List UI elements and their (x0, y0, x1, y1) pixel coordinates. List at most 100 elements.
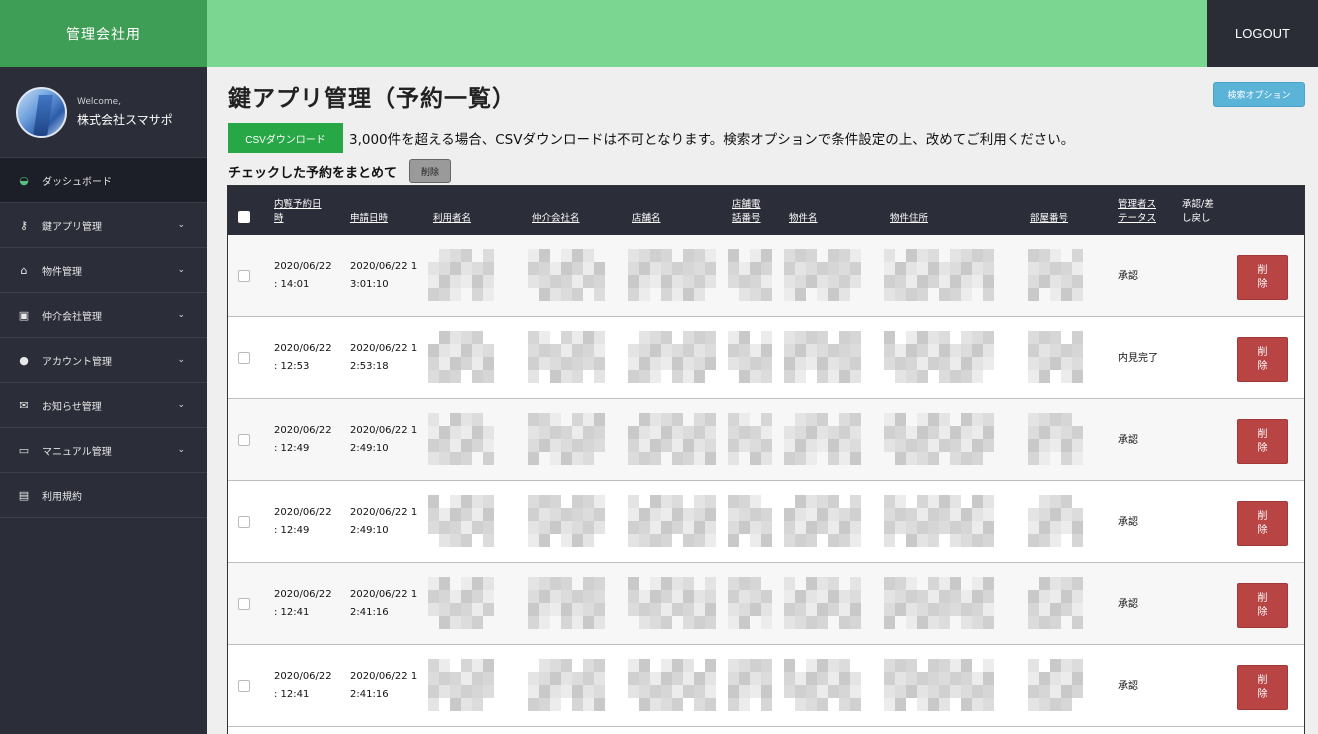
property-address-redacted (884, 659, 1004, 711)
header-property-name[interactable]: 物件名 (789, 212, 818, 226)
delete-button[interactable]: 削除 (1237, 255, 1288, 300)
store-phone-redacted (728, 331, 773, 383)
property-address-redacted (884, 495, 1004, 547)
sidebar-item-label: 利用規約 (42, 491, 82, 503)
home-icon: ⌂ (20, 263, 28, 277)
row-checkbox[interactable] (238, 680, 250, 692)
room-number-redacted (1028, 659, 1088, 711)
sidebar-item-label: ダッシュボード (42, 176, 112, 188)
sidebar-item-5[interactable]: ✉ お知らせ管理 ⌄ (0, 383, 207, 428)
store-phone-redacted (728, 495, 773, 547)
delete-label: 削除 (1257, 674, 1268, 700)
table-row: 2020/06/22: 12:53 2020/06/22 1 2:53:18 内見完了… (228, 317, 1304, 399)
table-header: 内覧予約日 時 申請日時 利用者名 仲介会社名 店舗名 店舗電 話番号 物件名 … (228, 186, 1304, 235)
briefcase-icon: ▣ (18, 308, 30, 322)
avatar (16, 86, 67, 138)
store-name-redacted (628, 495, 718, 547)
header-property-address[interactable]: 物件住所 (890, 212, 928, 226)
csv-download-button[interactable]: CSVダウンロード (228, 123, 343, 153)
property-address-redacted (884, 249, 1004, 301)
table-row: 2020/06/22: 14:01 2020/06/22 1 3:01:10 承認 削除 (228, 235, 1304, 317)
inbox-icon: ▭ (18, 443, 30, 457)
row-checkbox[interactable] (238, 352, 250, 364)
user-name-redacted (428, 249, 498, 301)
applied-datetime: 2020/06/22 1 2:49:10 (350, 425, 418, 454)
row-checkbox[interactable] (238, 516, 250, 528)
property-name-redacted (784, 577, 869, 629)
property-name-redacted (784, 331, 869, 383)
header-user-name[interactable]: 利用者名 (433, 212, 471, 226)
row-checkbox[interactable] (238, 270, 250, 282)
search-options-button[interactable]: 検索オプション (1213, 82, 1305, 107)
chevron-down-icon: ⌄ (177, 445, 185, 455)
applied-datetime: 2020/06/22 1 2:49:10 (350, 507, 418, 536)
row-checkbox[interactable] (238, 598, 250, 610)
chevron-down-icon: ⌄ (177, 220, 185, 230)
logout-button[interactable]: LOGOUT (1207, 0, 1318, 67)
table-row: 2020/06/22: 12:41 2020/06/22 1 2:41:16 承認 削除 (228, 645, 1304, 727)
sidebar-item-label: アカウント管理 (42, 356, 112, 368)
applied-datetime: 2020/06/22 1 2:41:16 (350, 589, 418, 618)
header-approval: 承認/差 し戻し (1182, 199, 1214, 224)
agency-name-redacted (528, 413, 613, 465)
delete-button[interactable]: 削除 (1237, 583, 1288, 628)
sidebar-item-2[interactable]: ⌂ 物件管理 ⌄ (0, 248, 207, 293)
chevron-down-icon: ⌄ (177, 400, 185, 410)
delete-button[interactable]: 削除 (1237, 665, 1288, 710)
sidebar-item-label: 仲介会社管理 (42, 311, 102, 323)
select-all-checkbox[interactable] (238, 211, 250, 223)
sidebar-item-7[interactable]: ▤ 利用規約 (0, 473, 207, 518)
property-address-redacted (884, 577, 1004, 629)
document-icon: ▤ (18, 488, 30, 502)
store-phone-redacted (728, 413, 773, 465)
header-store-name[interactable]: 店舗名 (632, 212, 661, 226)
chevron-down-icon: ⌄ (177, 310, 185, 320)
sidebar-item-0[interactable]: ◒ ダッシュボード (0, 158, 207, 203)
bulk-action-label: チェックした予約をまとめて (228, 166, 398, 181)
envelope-icon: ✉ (19, 398, 29, 412)
delete-label: 削除 (1257, 346, 1268, 372)
property-name-redacted (784, 659, 869, 711)
applied-datetime: 2020/06/22 1 2:41:16 (350, 671, 418, 700)
sidebar-item-4[interactable]: ● アカウント管理 ⌄ (0, 338, 207, 383)
csv-limit-note: 3,000件を超える場合、CSVダウンロードは不可となります。検索オプションで条… (349, 132, 1075, 148)
store-name-redacted (628, 331, 718, 383)
sidebar-item-label: お知らせ管理 (42, 401, 102, 413)
user-name-redacted (428, 331, 498, 383)
bulk-delete-button[interactable]: 削除 (409, 159, 451, 183)
room-number-redacted (1028, 249, 1088, 301)
delete-label: 削除 (1257, 428, 1268, 454)
admin-status: 承認 (1118, 681, 1138, 692)
table-row: 2020/06/22: 12:49 2020/06/22 1 2:49:10 承認 削除 (228, 399, 1304, 481)
sidebar-item-3[interactable]: ▣ 仲介会社管理 ⌄ (0, 293, 207, 338)
property-address-redacted (884, 331, 1004, 383)
store-phone-redacted (728, 249, 773, 301)
delete-label: 削除 (1257, 264, 1268, 290)
header-viewing-datetime[interactable]: 内覧予約日 時 (274, 198, 322, 226)
sidebar-item-6[interactable]: ▭ マニュアル管理 ⌄ (0, 428, 207, 473)
row-checkbox[interactable] (238, 434, 250, 446)
header-room-number[interactable]: 部屋番号 (1030, 212, 1068, 226)
table-row: 2020/06/22: 12:49 2020/06/22 1 2:49:10 承認 削除 (228, 481, 1304, 563)
applied-datetime: 2020/06/22 1 3:01:10 (350, 261, 418, 290)
viewing-datetime: 2020/06/22: 12:49 (274, 425, 332, 454)
brand-title: 管理会社用 (0, 0, 207, 67)
delete-button[interactable]: 削除 (1237, 501, 1288, 546)
page-title: 鍵アプリ管理（予約一覧） (228, 86, 516, 112)
room-number-redacted (1028, 495, 1088, 547)
user-name-redacted (428, 495, 498, 547)
agency-name-redacted (528, 659, 613, 711)
viewing-datetime: 2020/06/22: 12:41 (274, 589, 332, 618)
delete-button[interactable]: 削除 (1237, 419, 1288, 464)
delete-button[interactable]: 削除 (1237, 337, 1288, 382)
header-agency-name[interactable]: 仲介会社名 (532, 212, 580, 226)
agency-name-redacted (528, 577, 613, 629)
header-store-phone[interactable]: 店舗電 話番号 (732, 198, 761, 226)
store-name-redacted (628, 659, 718, 711)
store-phone-redacted (728, 659, 773, 711)
sidebar-item-1[interactable]: ⚷ 鍵アプリ管理 ⌄ (0, 203, 207, 248)
welcome-text: Welcome, (77, 96, 122, 107)
agency-name-redacted (528, 495, 613, 547)
header-admin-status[interactable]: 管理者ス テータス (1118, 198, 1156, 226)
header-applied-at[interactable]: 申請日時 (350, 212, 388, 226)
